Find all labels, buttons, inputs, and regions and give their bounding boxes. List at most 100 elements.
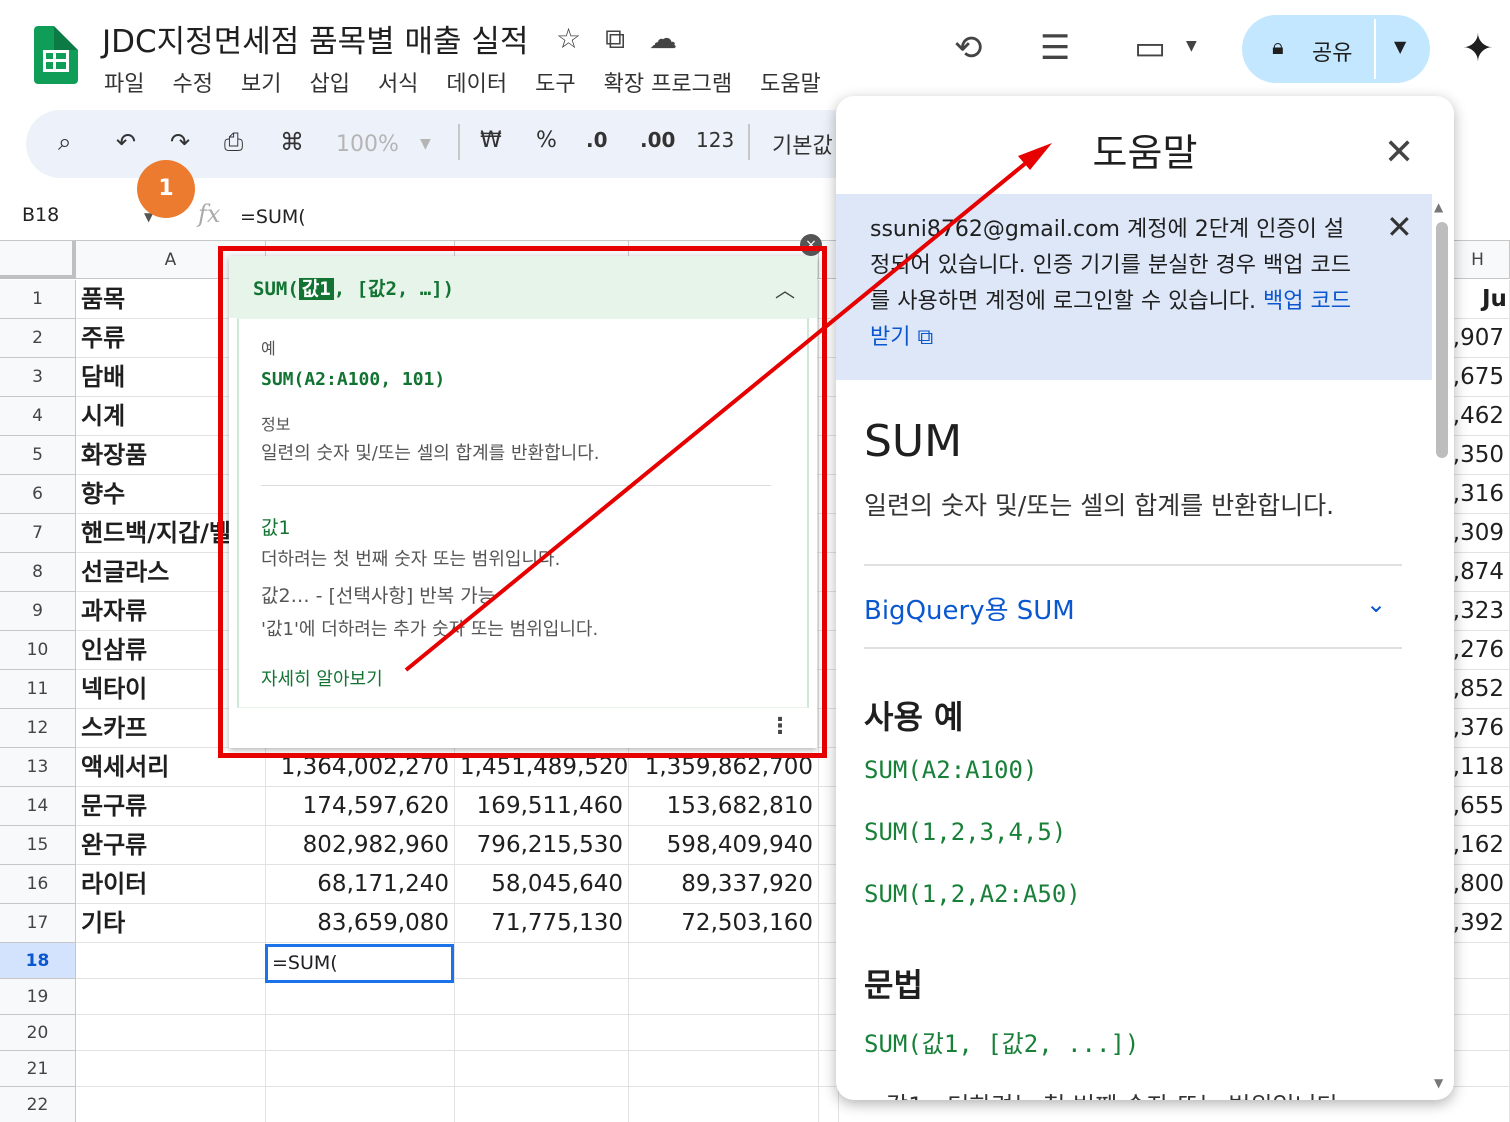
menu-tools[interactable]: 도구 xyxy=(535,66,575,98)
cell[interactable]: ,276 xyxy=(1446,631,1510,670)
cell[interactable]: 802,982,960 xyxy=(266,826,455,865)
cell[interactable]: ,907 xyxy=(1446,319,1510,358)
cell[interactable]: 72,503,160 xyxy=(629,904,819,943)
close-help-icon[interactable]: ✕ xyxy=(1384,132,1414,173)
help-scrollbar[interactable]: ▲ ▼ xyxy=(1434,196,1450,1092)
cell[interactable]: 1,451,489,520 xyxy=(455,748,629,787)
scroll-thumb[interactable] xyxy=(1436,222,1448,458)
item-name-cell[interactable] xyxy=(76,1051,266,1087)
row-header[interactable]: 17 xyxy=(0,904,76,943)
cell[interactable]: 58,045,640 xyxy=(455,865,629,904)
cell[interactable]: 1,364,002,270 xyxy=(266,748,455,787)
cell[interactable]: 796,215,530 xyxy=(455,826,629,865)
cell[interactable]: ,118 xyxy=(1446,748,1510,787)
item-name-cell[interactable]: 완구류 xyxy=(76,826,266,865)
active-cell-editor[interactable]: =SUM( xyxy=(265,944,454,983)
increase-decimal-button[interactable]: .00 xyxy=(640,128,675,152)
row-header[interactable]: 14 xyxy=(0,787,76,826)
cell[interactable] xyxy=(455,1087,629,1122)
row-header[interactable]: 20 xyxy=(0,1015,76,1051)
chevron-down-icon[interactable]: ⌄ xyxy=(1366,590,1386,618)
row-header[interactable]: 15 xyxy=(0,826,76,865)
row-header[interactable]: 3 xyxy=(0,358,76,397)
cell[interactable]: ,392 xyxy=(1446,904,1510,943)
popup-header[interactable]: SUM(값1, [값2, …]) ︿ xyxy=(229,256,817,318)
cell[interactable]: 598,409,940 xyxy=(629,826,819,865)
cell[interactable]: ,800 xyxy=(1446,865,1510,904)
menu-help[interactable]: 도움말 xyxy=(760,66,821,98)
share-dropdown-icon[interactable]: ▼ xyxy=(1394,37,1406,56)
cell[interactable]: 89,337,920 xyxy=(629,865,819,904)
row-header[interactable]: 16 xyxy=(0,865,76,904)
scroll-down-icon[interactable]: ▼ xyxy=(1434,1076,1443,1090)
print-icon[interactable]: ⎙ xyxy=(224,128,243,156)
more-formats-button[interactable]: 123 xyxy=(696,128,734,152)
menu-file[interactable]: 파일 xyxy=(104,66,144,98)
bigquery-expander[interactable]: BigQuery용 SUM xyxy=(864,590,1075,627)
cell[interactable]: 71,775,130 xyxy=(455,904,629,943)
row-header[interactable]: 13 xyxy=(0,748,76,787)
row-header[interactable]: 21 xyxy=(0,1051,76,1087)
star-icon[interactable]: ☆ xyxy=(556,22,581,56)
paint-format-icon[interactable]: ⌘ xyxy=(280,128,304,156)
row-header[interactable]: 9 xyxy=(0,592,76,631)
row-header[interactable]: 8 xyxy=(0,553,76,592)
menu-extensions[interactable]: 확장 프로그램 xyxy=(604,66,732,98)
move-folder-icon[interactable]: ⧉ xyxy=(605,22,625,56)
item-name-cell[interactable]: 기타 xyxy=(76,904,266,943)
item-name-cell[interactable] xyxy=(76,1015,266,1051)
cell[interactable]: 83,659,080 xyxy=(266,904,455,943)
row-header[interactable]: 18 xyxy=(0,943,76,979)
currency-format-button[interactable]: ₩ xyxy=(480,128,502,153)
undo-icon[interactable]: ↶ xyxy=(116,128,136,156)
cell[interactable] xyxy=(455,1051,629,1087)
cell[interactable] xyxy=(1446,1087,1510,1122)
row-header[interactable]: 19 xyxy=(0,979,76,1015)
cell[interactable]: ,350 xyxy=(1446,436,1510,475)
meet-dropdown-icon[interactable]: ▼ xyxy=(1186,38,1197,54)
item-name-cell[interactable]: 액세서리 xyxy=(76,748,266,787)
row-header[interactable]: 1 xyxy=(0,280,76,319)
cell[interactable] xyxy=(455,943,629,979)
cell[interactable] xyxy=(266,1051,455,1087)
meet-video-icon[interactable]: ▭ xyxy=(1134,28,1166,68)
item-name-cell[interactable] xyxy=(76,1087,266,1122)
search-menus-icon[interactable]: ⌕ xyxy=(58,128,71,156)
item-name-cell[interactable] xyxy=(76,979,266,1015)
cell[interactable] xyxy=(1446,943,1510,979)
dismiss-alert-icon[interactable]: ✕ xyxy=(1386,208,1413,246)
cell[interactable] xyxy=(266,1087,455,1122)
cell[interactable] xyxy=(629,1015,819,1051)
zoom-select[interactable]: 100% xyxy=(336,132,399,157)
cell[interactable] xyxy=(1446,979,1510,1015)
row-header[interactable]: 12 xyxy=(0,709,76,748)
cell[interactable]: 169,511,460 xyxy=(455,787,629,826)
cell[interactable] xyxy=(819,1087,839,1122)
cell[interactable]: 174,597,620 xyxy=(266,787,455,826)
redo-icon[interactable]: ↷ xyxy=(170,128,190,156)
menu-view[interactable]: 보기 xyxy=(241,66,281,98)
menu-format[interactable]: 서식 xyxy=(378,66,418,98)
cell[interactable]: ,316 xyxy=(1446,475,1510,514)
cell[interactable] xyxy=(455,979,629,1015)
menu-edit[interactable]: 수정 xyxy=(172,66,212,98)
comments-icon[interactable]: ☰ xyxy=(1040,28,1070,68)
cell[interactable] xyxy=(455,1015,629,1051)
gemini-sparkle-icon[interactable]: ✦ xyxy=(1462,26,1494,70)
item-name-cell[interactable]: 문구류 xyxy=(76,787,266,826)
cell[interactable]: ,162 xyxy=(1446,826,1510,865)
row-header[interactable]: 2 xyxy=(0,319,76,358)
cell[interactable] xyxy=(266,1015,455,1051)
popup-close-icon[interactable]: × xyxy=(800,234,822,256)
scroll-up-icon[interactable]: ▲ xyxy=(1434,200,1443,214)
column-header-h[interactable]: H xyxy=(1446,241,1510,279)
cell[interactable] xyxy=(1446,1051,1510,1087)
name-box[interactable]: B18 xyxy=(22,204,59,226)
cell[interactable]: 68,171,240 xyxy=(266,865,455,904)
row-header[interactable]: 10 xyxy=(0,631,76,670)
select-all-corner[interactable] xyxy=(0,241,76,279)
menu-data[interactable]: 데이터 xyxy=(446,66,507,98)
cell[interactable]: ,655 xyxy=(1446,787,1510,826)
cell[interactable]: ,323 xyxy=(1446,592,1510,631)
cell[interactable]: ,852 xyxy=(1446,670,1510,709)
